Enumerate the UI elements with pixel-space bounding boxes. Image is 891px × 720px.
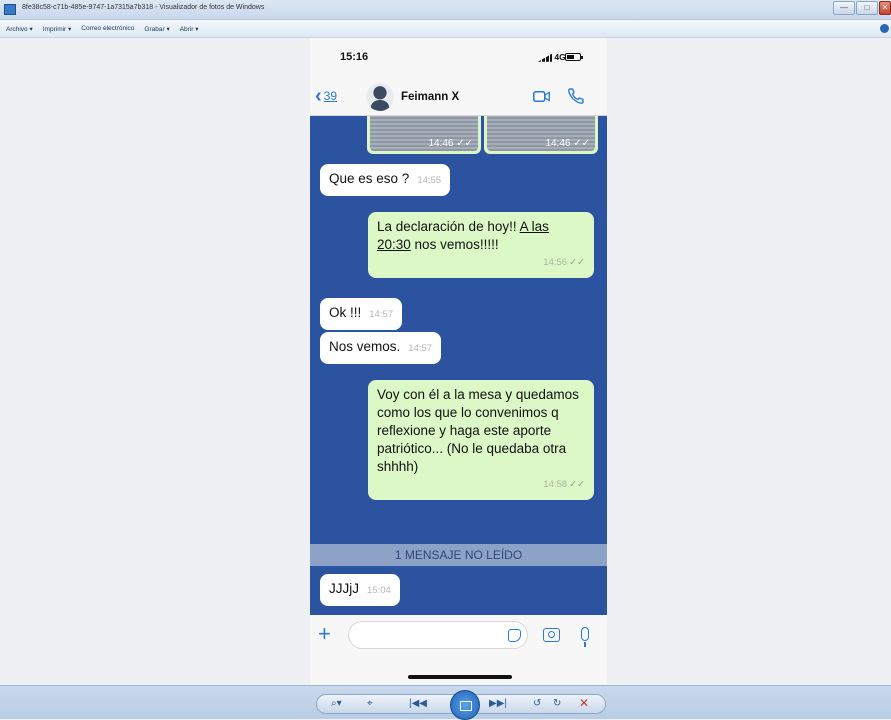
maximize-button[interactable]: □ (856, 1, 878, 15)
viewer-toolbar: ⌕▾ ⌖ |◀◀ ▶▶| ↺ ↻ ✕ (0, 685, 891, 720)
battery-icon (565, 53, 583, 61)
contact-name[interactable]: Feimann X (401, 91, 459, 103)
message-text: Voy con él a la mesa y quedamos como los… (377, 387, 579, 474)
microphone-icon[interactable] (581, 627, 589, 647)
photo-viewer-window: 8fe38c58-c71b-485e-9747-1a7315a7b318 - V… (0, 0, 891, 720)
rotate-ccw-icon[interactable]: ↺ (533, 698, 541, 709)
outgoing-message[interactable]: Voy con él a la mesa y quedamos como los… (368, 380, 594, 500)
chat-header: ‹ 39 Feimann X (310, 78, 607, 116)
menu-correo[interactable]: Correo electrónico (81, 25, 134, 33)
photo-viewer-icon (4, 4, 16, 15)
message-text: Ok !!! (329, 305, 362, 320)
message-time: 14:46 ✓✓ (545, 138, 590, 149)
message-text-end: nos vemos!!!!! (410, 237, 499, 252)
menu-archivo[interactable]: Archivo ▾ (6, 25, 33, 33)
zoom-icon[interactable]: ⌕▾ (331, 698, 342, 709)
message-time: 14:55 (417, 175, 442, 186)
message-input-bar: + (310, 615, 607, 685)
message-time: 15:04 (367, 585, 391, 596)
back-button[interactable]: ‹ 39 (315, 85, 338, 107)
viewer-controls: ⌕▾ ⌖ |◀◀ ▶▶| ↺ ↻ ✕ (316, 690, 606, 720)
fit-window-icon[interactable]: ⌖ (367, 698, 373, 709)
help-icon[interactable] (880, 24, 889, 33)
message-text: La declaración de hoy!! (377, 219, 520, 234)
close-button[interactable]: ✕ (879, 1, 891, 15)
rotate-cw-icon[interactable]: ↻ (553, 698, 561, 709)
chevron-left-icon: ‹ (315, 85, 322, 107)
menu-abrir[interactable]: Abrir ▾ (180, 25, 199, 33)
menu-imprimir[interactable]: Imprimir ▾ (43, 25, 72, 33)
message-text: Que es eso ? (329, 171, 410, 186)
next-icon[interactable]: ▶▶| (489, 698, 507, 709)
window-controls: — □ ✕ (832, 1, 891, 17)
message-text: JJJjJ (329, 581, 359, 596)
image-message[interactable]: 14:46 ✓✓ (367, 116, 481, 154)
unread-count: 39 (323, 89, 338, 103)
menu-bar: Archivo ▾ Imprimir ▾ Correo electrónico … (0, 20, 891, 38)
delete-icon[interactable]: ✕ (579, 696, 589, 710)
double-check-icon: ✓✓ (569, 257, 585, 268)
window-title: 8fe38c58-c71b-485e-9747-1a7315a7b318 - V… (22, 4, 265, 11)
minimize-button[interactable]: — (833, 1, 855, 15)
image-message[interactable]: 14:46 ✓✓ (484, 116, 598, 154)
incoming-message[interactable]: Nos vemos. 14:57 (320, 332, 442, 364)
message-input[interactable] (348, 621, 528, 649)
incoming-message[interactable]: JJJjJ 15:04 (320, 574, 400, 606)
outgoing-message[interactable]: La declaración de hoy!! A las 20:30 nos … (368, 212, 594, 278)
double-check-icon: ✓✓ (569, 479, 585, 490)
incoming-message[interactable]: Ok !!! 14:57 (320, 298, 403, 330)
message-time: 14:46 ✓✓ (428, 138, 473, 149)
message-meta: 14:58 ✓✓ (385, 476, 585, 494)
network-indicator: 4G (538, 52, 566, 62)
menu-grabar[interactable]: Grabar ▾ (144, 25, 169, 33)
title-bar: 8fe38c58-c71b-485e-9747-1a7315a7b318 - V… (0, 0, 891, 20)
avatar[interactable] (366, 83, 394, 111)
phone-call-icon[interactable] (567, 87, 585, 105)
plus-icon[interactable]: + (318, 623, 331, 645)
chat-area[interactable]: 14:46 ✓✓ 14:46 ✓✓ Que es eso ? 14:55 La d… (310, 116, 607, 615)
message-meta: 14:56 ✓✓ (385, 254, 585, 272)
home-indicator (408, 675, 512, 679)
message-time: 14:57 (408, 343, 433, 354)
message-time: 14:56 (543, 257, 568, 268)
slideshow-button[interactable] (450, 690, 480, 720)
status-time: 15:16 (340, 51, 369, 63)
message-text: Nos vemos. (329, 339, 401, 354)
message-time: 14:58 (543, 479, 568, 490)
unread-banner: 1 MENSAJE NO LEÍDO (310, 544, 607, 566)
status-bar: 15:16 4G (310, 38, 607, 78)
signal-icon (538, 53, 552, 62)
whatsapp-screenshot: 15:16 4G ‹ 39 Feimann X 14:46 ✓✓ 14:46 ✓… (310, 38, 607, 685)
message-time: 14:57 (369, 309, 394, 320)
previous-icon[interactable]: |◀◀ (409, 698, 427, 709)
incoming-message[interactable]: Que es eso ? 14:55 (320, 164, 451, 196)
camera-icon[interactable] (543, 628, 560, 642)
video-call-icon[interactable] (533, 91, 550, 102)
image-messages: 14:46 ✓✓ 14:46 ✓✓ (367, 116, 600, 154)
